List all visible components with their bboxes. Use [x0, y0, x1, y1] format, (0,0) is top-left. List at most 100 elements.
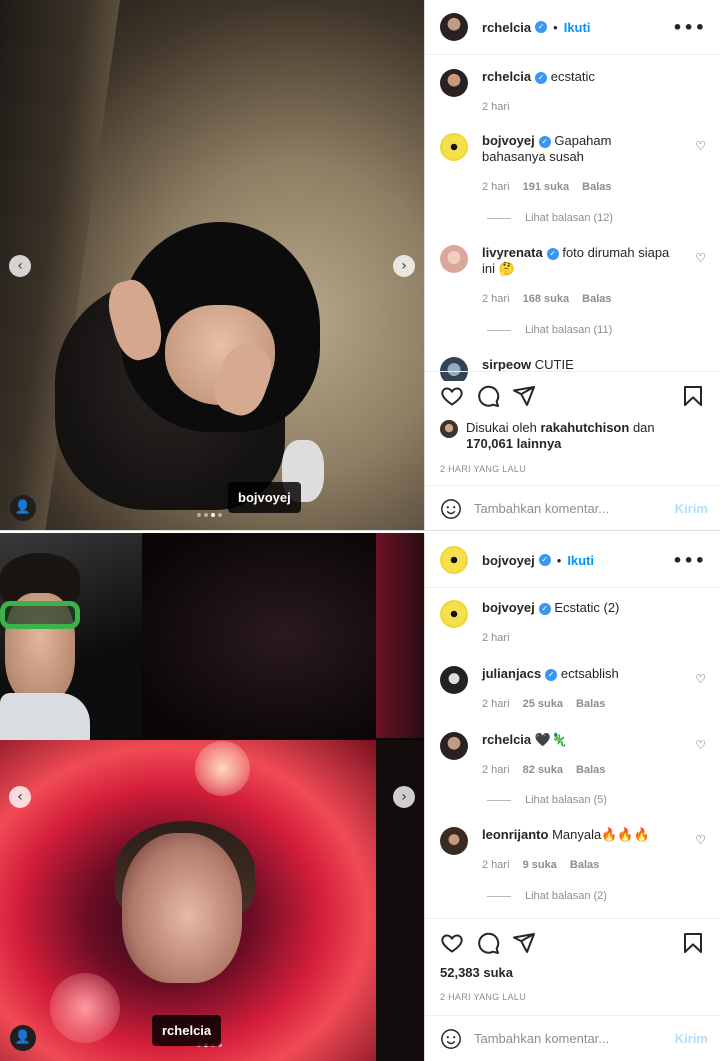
photo-shirt: [0, 693, 90, 743]
like-comment-icon[interactable]: ♡: [695, 672, 706, 686]
comment-username[interactable]: bojvoyej: [482, 133, 535, 148]
author-avatar[interactable]: [440, 13, 468, 41]
view-replies-label: Lihat balasan (5): [525, 794, 607, 806]
view-replies-button[interactable]: Lihat balasan (2): [487, 890, 607, 902]
emoji-icon[interactable]: [440, 1028, 462, 1050]
caption-username[interactable]: bojvoyej: [482, 600, 535, 615]
comment-item: leonrijanto Manyala🔥🔥🔥 2 hari 9 suka Bal…: [440, 827, 706, 873]
comment-input[interactable]: Tambahkan komentar...: [474, 501, 675, 516]
verified-icon: ✓: [538, 554, 551, 566]
tagged-users-icon[interactable]: 👤: [10, 1025, 36, 1051]
share-icon[interactable]: [512, 931, 536, 955]
reply-button[interactable]: Balas: [582, 181, 611, 193]
share-icon[interactable]: [512, 384, 536, 408]
avatar[interactable]: [440, 600, 468, 628]
tagged-users-icon[interactable]: 👤: [10, 495, 36, 521]
comment-likes[interactable]: 9 suka: [523, 859, 557, 871]
bookmark-icon[interactable]: [681, 384, 705, 408]
verified-icon: ✓: [535, 71, 548, 84]
post-comment-button[interactable]: Kirim: [675, 1031, 708, 1046]
caption-username[interactable]: rchelcia: [482, 69, 531, 84]
comment-time[interactable]: 2 hari: [482, 859, 510, 871]
comment-likes[interactable]: 25 suka: [523, 698, 563, 710]
avatar[interactable]: [440, 666, 468, 694]
reply-button[interactable]: Balas: [576, 698, 605, 710]
comment-input[interactable]: Tambahkan komentar...: [474, 1031, 675, 1046]
comment-likes[interactable]: 82 suka: [523, 764, 563, 776]
view-replies-button[interactable]: Lihat balasan (12): [487, 212, 613, 224]
liked-by: Disukai oleh rakahutchison dan 170,061 l…: [440, 420, 705, 452]
photo-glasses: [0, 601, 80, 629]
comment-likes[interactable]: 191 suka: [523, 181, 569, 193]
reply-button[interactable]: Balas: [570, 859, 599, 871]
avatar[interactable]: [440, 69, 468, 97]
author-username[interactable]: rchelcia: [482, 20, 531, 35]
caption-time[interactable]: 2 hari: [482, 632, 510, 644]
post-sidebar: rchelcia ✓ • Ikuti ••• rchelcia ✓ ecstati…: [424, 0, 720, 531]
avatar[interactable]: [440, 827, 468, 855]
follow-button[interactable]: Ikuti: [564, 20, 591, 35]
caption-time[interactable]: 2 hari: [482, 101, 510, 113]
post-actions: Disukai oleh rakahutchison dan 170,061 l…: [425, 371, 720, 474]
heart-icon[interactable]: [440, 384, 464, 408]
comments-list: bojvoyej ✓ Ecstatic (2) 2 hari julianjacs…: [425, 588, 720, 911]
carousel-prev-button[interactable]: ‹: [9, 786, 31, 808]
comment-icon[interactable]: [476, 384, 500, 408]
reply-button[interactable]: Balas: [582, 293, 611, 305]
liked-by-user[interactable]: rakahutchison: [540, 420, 629, 435]
like-comment-icon[interactable]: ♡: [695, 833, 706, 847]
comment-likes[interactable]: 168 suka: [523, 293, 569, 305]
comment-text: Manyala🔥🔥🔥: [552, 827, 650, 842]
post-comment-button[interactable]: Kirim: [675, 501, 708, 516]
emoji-icon[interactable]: [440, 498, 462, 520]
liker-avatar[interactable]: [440, 420, 458, 438]
comment-username[interactable]: sirpeow: [482, 357, 531, 372]
comment-username[interactable]: leonrijanto: [482, 827, 548, 842]
view-replies-button[interactable]: Lihat balasan (11): [487, 324, 612, 336]
post-1: ‹ › 👤 bojvoyej rchelcia ✓ • Ikuti ••• rc…: [0, 0, 720, 531]
post-header: bojvoyej ✓ • Ikuti •••: [425, 533, 720, 588]
comment-time[interactable]: 2 hari: [482, 293, 510, 305]
reply-button[interactable]: Balas: [576, 764, 605, 776]
user-tag-label[interactable]: rchelcia: [152, 1015, 222, 1046]
liked-by-others[interactable]: 170,061 lainnya: [466, 436, 561, 451]
carousel-prev-button[interactable]: ‹: [9, 254, 31, 277]
comment-username[interactable]: rchelcia: [482, 732, 531, 747]
avatar[interactable]: [440, 245, 468, 273]
post-date[interactable]: 2 HARI YANG LALU: [440, 992, 705, 1002]
verified-icon: ✓: [538, 602, 551, 615]
user-tag-label[interactable]: bojvoyej: [228, 482, 301, 513]
comment-time[interactable]: 2 hari: [482, 764, 510, 776]
comment-icon[interactable]: [476, 931, 500, 955]
more-options-icon[interactable]: •••: [672, 18, 706, 37]
like-comment-icon[interactable]: ♡: [695, 738, 706, 752]
bookmark-icon[interactable]: [681, 931, 705, 955]
liked-by-and: dan: [632, 420, 655, 435]
view-replies-label: Lihat balasan (11): [525, 324, 613, 336]
author-avatar[interactable]: [440, 546, 468, 574]
comment-username[interactable]: livyrenata: [482, 245, 543, 260]
follow-button[interactable]: Ikuti: [567, 553, 594, 568]
comment-time[interactable]: 2 hari: [482, 698, 510, 710]
post-sidebar: bojvoyej ✓ • Ikuti ••• bojvoyej ✓ Ecstati…: [424, 533, 720, 1061]
heart-icon[interactable]: [440, 931, 464, 955]
like-comment-icon[interactable]: ♡: [695, 139, 706, 153]
comment-username[interactable]: julianjacs: [482, 666, 541, 681]
author-username[interactable]: bojvoyej: [482, 553, 535, 568]
view-replies-button[interactable]: Lihat balasan (5): [487, 794, 607, 806]
post-date[interactable]: 2 HARI YANG LALU: [440, 464, 705, 474]
avatar[interactable]: [440, 732, 468, 760]
comments-list: rchelcia ✓ ecstatic 2 hari bojvoyej ✓ Gapa…: [425, 55, 720, 381]
carousel-next-button[interactable]: ›: [393, 786, 415, 808]
more-options-icon[interactable]: •••: [672, 551, 706, 570]
comment-item: bojvoyej ✓ Gapaham bahasanya susah 2 hari…: [440, 133, 706, 195]
comment-time[interactable]: 2 hari: [482, 181, 510, 193]
carousel-next-button[interactable]: ›: [393, 254, 415, 277]
comment-item: julianjacs ✓ ectsablish 2 hari 25 suka Ba…: [440, 666, 706, 712]
separator-dot: •: [556, 552, 562, 568]
like-comment-icon[interactable]: ♡: [695, 251, 706, 265]
like-count[interactable]: 52,383 suka: [440, 965, 705, 980]
post-header: rchelcia ✓ • Ikuti •••: [425, 0, 720, 55]
avatar[interactable]: [440, 133, 468, 161]
verified-icon: ✓: [546, 247, 559, 260]
